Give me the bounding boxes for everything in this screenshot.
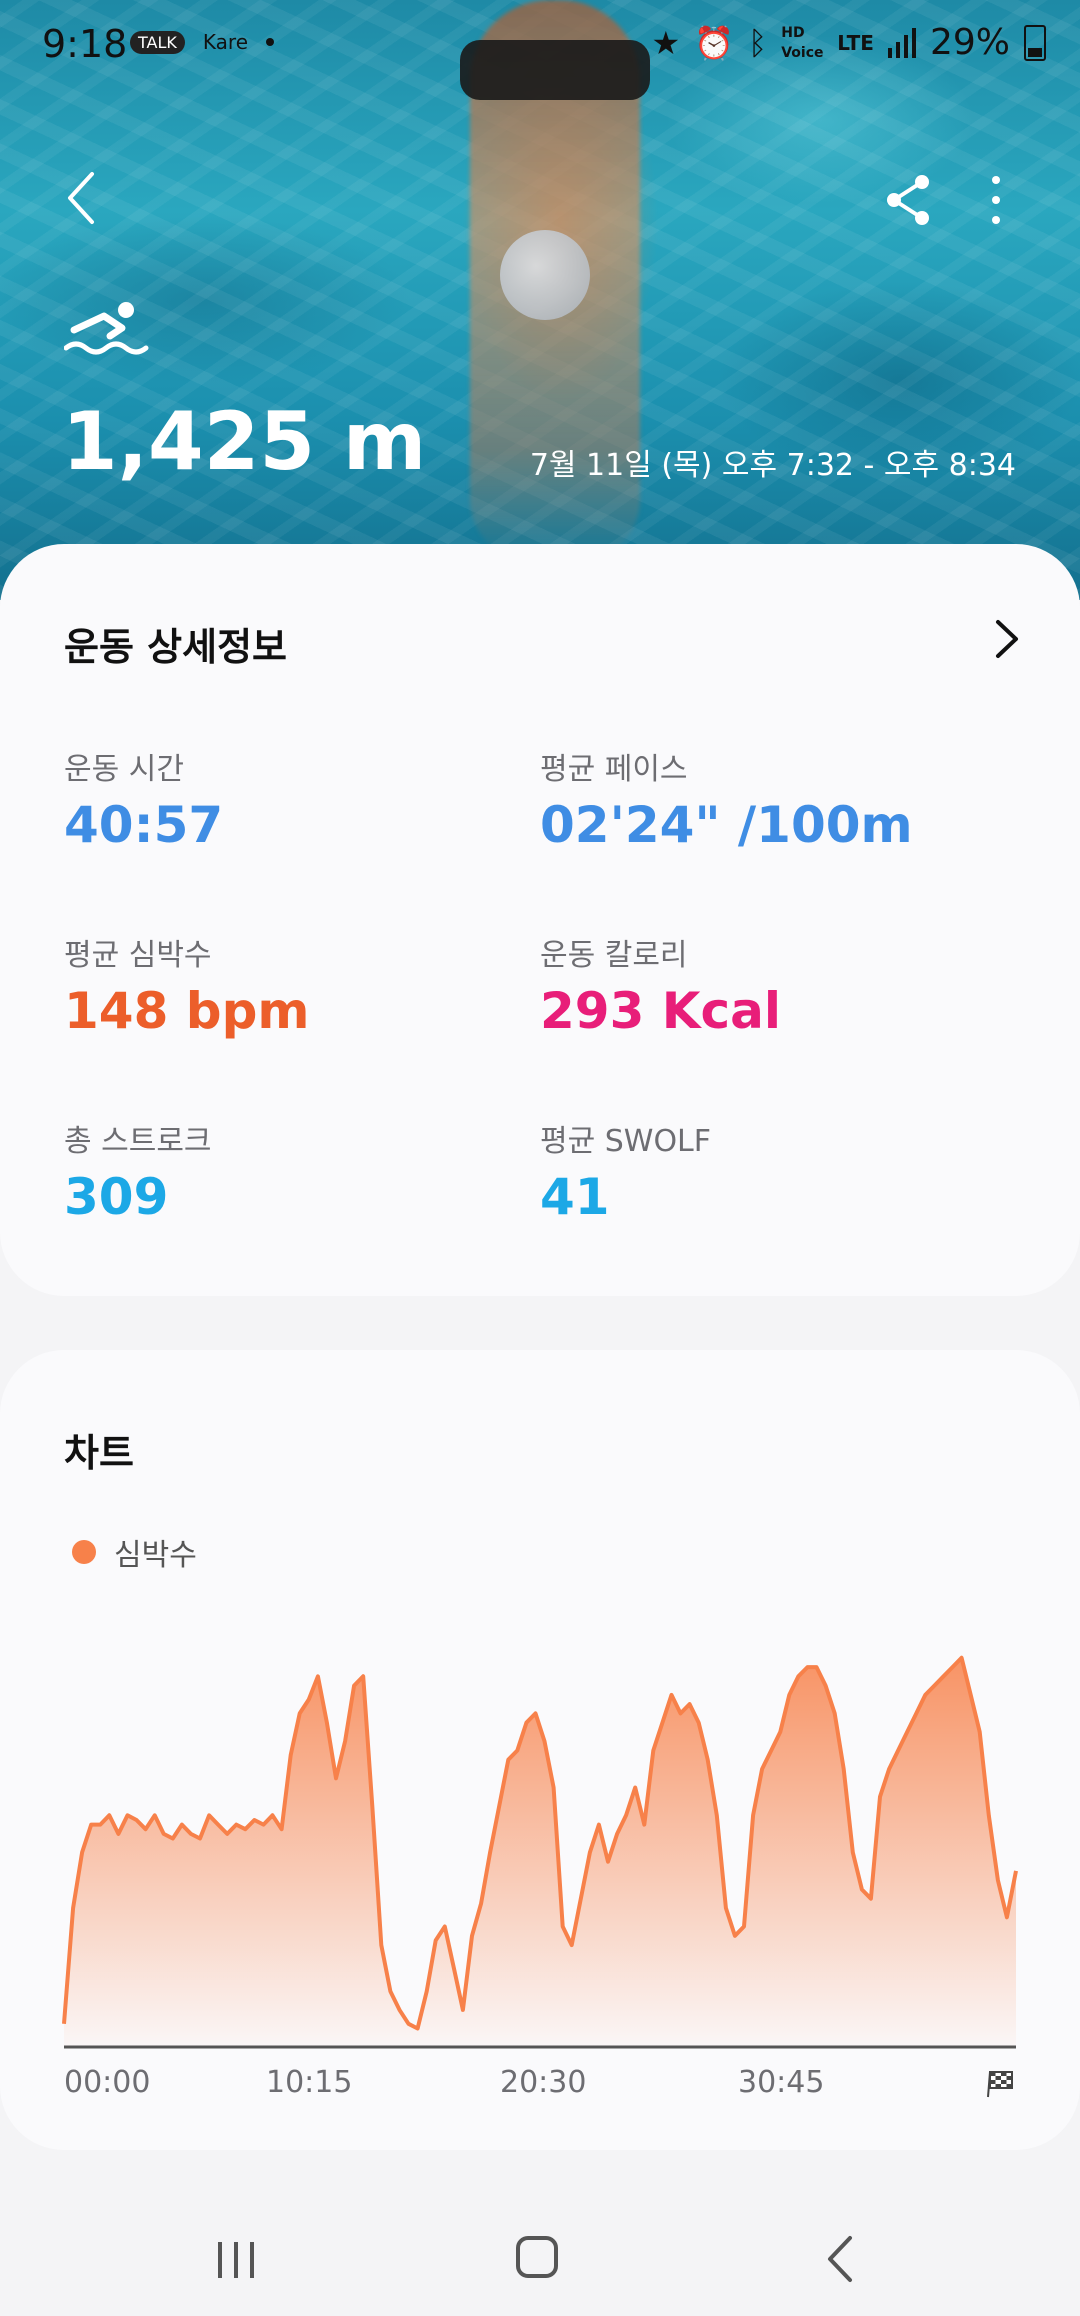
x-tick-label: 30:45 [738, 2065, 825, 2100]
x-tick-label: 20:30 [500, 2065, 587, 2100]
hero-pool-image [0, 0, 1080, 600]
metric-value: 148 bpm [64, 982, 310, 1040]
swimming-icon [64, 302, 149, 355]
alarm-icon: ⏰ [694, 23, 735, 62]
metric-calories: 운동 칼로리 293 Kcal [540, 930, 781, 1040]
system-nav-bar [0, 2200, 1080, 2316]
workout-date-range: 7월 11일 (목) 오후 7:32 - 오후 8:34 [529, 448, 1016, 483]
battery-percent: 29% [929, 22, 1010, 63]
bluetooth-icon: ᛒ [748, 23, 768, 62]
metric-value: 40:57 [64, 796, 224, 854]
notification-icons: TALK Kare [130, 28, 274, 56]
talk-notification-icon: TALK [130, 30, 185, 54]
workout-details-card: 운동 상세정보 운동 시간 40:57 평균 페이스 02'24" /100m … [0, 544, 1080, 1296]
metric-label: 평균 SWOLF [540, 1124, 712, 1159]
details-title: 운동 상세정보 [64, 625, 287, 669]
dot-icon [266, 38, 274, 46]
finish-flag-icon [987, 2071, 1013, 2098]
metric-total-strokes: 총 스트로크 309 [64, 1116, 212, 1226]
metric-value: 02'24" /100m [540, 796, 913, 854]
metric-label: 운동 시간 [64, 752, 184, 787]
back-icon[interactable] [58, 168, 108, 228]
metric-avg-heart-rate: 평균 심박수 148 bpm [64, 930, 309, 1040]
status-right-icons: ★ ⏰ ᛒ HD Voice LTE 29% [651, 22, 1046, 63]
metric-label: 평균 심박수 [64, 938, 212, 973]
share-icon[interactable] [880, 172, 936, 228]
metric-avg-swolf: 평균 SWOLF 41 [540, 1116, 711, 1226]
metric-avg-pace: 평균 페이스 02'24" /100m [540, 744, 913, 854]
nav-back-icon[interactable] [822, 2234, 858, 2284]
x-tick-label: 00:00 [64, 2065, 151, 2100]
total-distance: 1,425 m [62, 395, 427, 488]
metric-value: 293 Kcal [540, 982, 782, 1040]
heart-rate-chart [62, 1655, 1018, 2049]
battery-icon [1024, 24, 1046, 61]
metric-label: 운동 칼로리 [540, 938, 688, 973]
metric-value: 309 [64, 1168, 169, 1226]
hd-voice-icon: HD Voice [781, 24, 824, 61]
more-options-icon[interactable] [976, 172, 1016, 228]
kare-notification-icon: Kare [202, 30, 248, 54]
chevron-right-icon[interactable] [986, 614, 1026, 664]
metric-label: 총 스트로크 [64, 1124, 212, 1159]
chart-card: 차트 심박수 00:00 10:15 20:30 30:45 [0, 1350, 1080, 2150]
swimmer-cap [500, 230, 590, 320]
lte-icon: LTE [837, 30, 874, 55]
status-bar: 9:18 TALK Kare ★ ⏰ ᛒ HD Voice LTE 29% [0, 0, 1080, 90]
home-icon[interactable] [516, 2236, 558, 2278]
metric-duration: 운동 시간 40:57 [64, 744, 223, 854]
recent-apps-icon[interactable] [214, 2240, 258, 2280]
signal-icon [887, 27, 916, 58]
x-tick-label: 10:15 [266, 2065, 353, 2100]
status-time: 9:18 [42, 22, 128, 66]
x-axis-ticks: 00:00 10:15 20:30 30:45 [0, 2065, 1080, 2105]
metric-value: 41 [540, 1168, 610, 1226]
metric-label: 평균 페이스 [540, 752, 688, 787]
star-icon: ★ [651, 23, 681, 62]
